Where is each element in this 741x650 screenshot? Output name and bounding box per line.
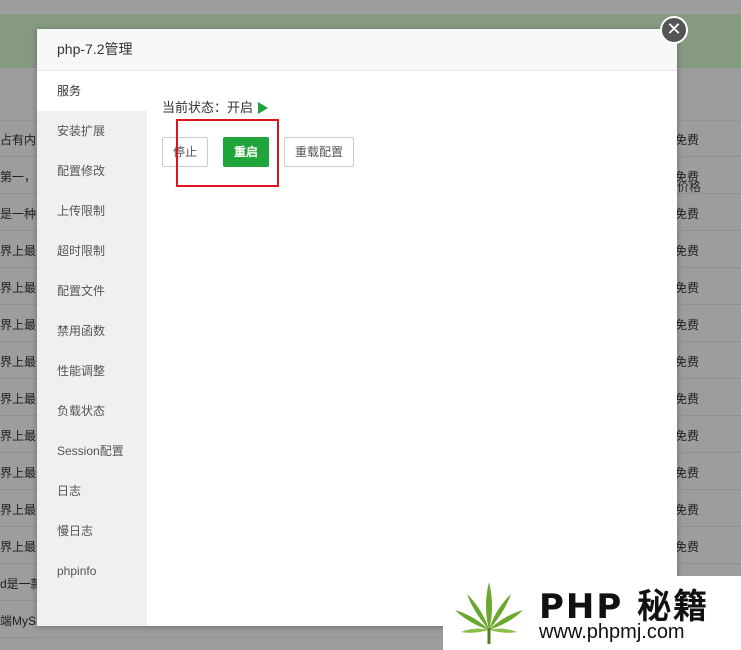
reload-config-button[interactable]: 重载配置 xyxy=(284,137,355,167)
watermark-url: www.phpmj.com xyxy=(539,621,685,643)
sidebar-item[interactable]: phpinfo xyxy=(37,551,147,591)
play-icon xyxy=(258,101,269,114)
sidebar-item[interactable]: 服务 xyxy=(37,71,147,111)
sidebar-item[interactable]: 配置修改 xyxy=(37,151,147,191)
sidebar-item[interactable]: 配置文件 xyxy=(37,271,147,311)
sidebar-item[interactable]: 负载状态 xyxy=(37,391,147,431)
sidebar-item[interactable]: 禁用函数 xyxy=(37,311,147,351)
leaf-logo-icon xyxy=(455,582,523,644)
sidebar-item[interactable]: 超时限制 xyxy=(37,231,147,271)
sidebar-item[interactable]: 日志 xyxy=(37,471,147,511)
service-status: 当前状态：开启 xyxy=(162,97,269,116)
sidebar-item[interactable]: 安装扩展 xyxy=(37,111,147,151)
sidebar-item[interactable]: 上传限制 xyxy=(37,191,147,231)
sidebar-item[interactable]: 慢日志 xyxy=(37,511,147,551)
dialog-sidebar: 服务 安装扩展 配置修改 上传限制 超时限制 配置文件 禁用函数 性能调整 负载状态 Sessio… xyxy=(37,71,147,626)
sidebar-item[interactable]: Session配置 xyxy=(37,431,147,471)
watermark: PHP 秘籍 www.phpmj.com xyxy=(443,576,741,650)
status-label: 当前状态：开启 xyxy=(162,100,254,115)
close-icon[interactable]: ✕ xyxy=(660,16,688,44)
dialog-title: php-7.2管理 xyxy=(37,29,677,71)
sidebar-item[interactable]: 性能调整 xyxy=(37,351,147,391)
restart-highlight-box xyxy=(176,119,279,187)
php-manage-dialog: php-7.2管理 服务 安装扩展 配置修改 上传限制 超时限制 配置文件 禁用函数 性能调整… xyxy=(37,29,677,626)
